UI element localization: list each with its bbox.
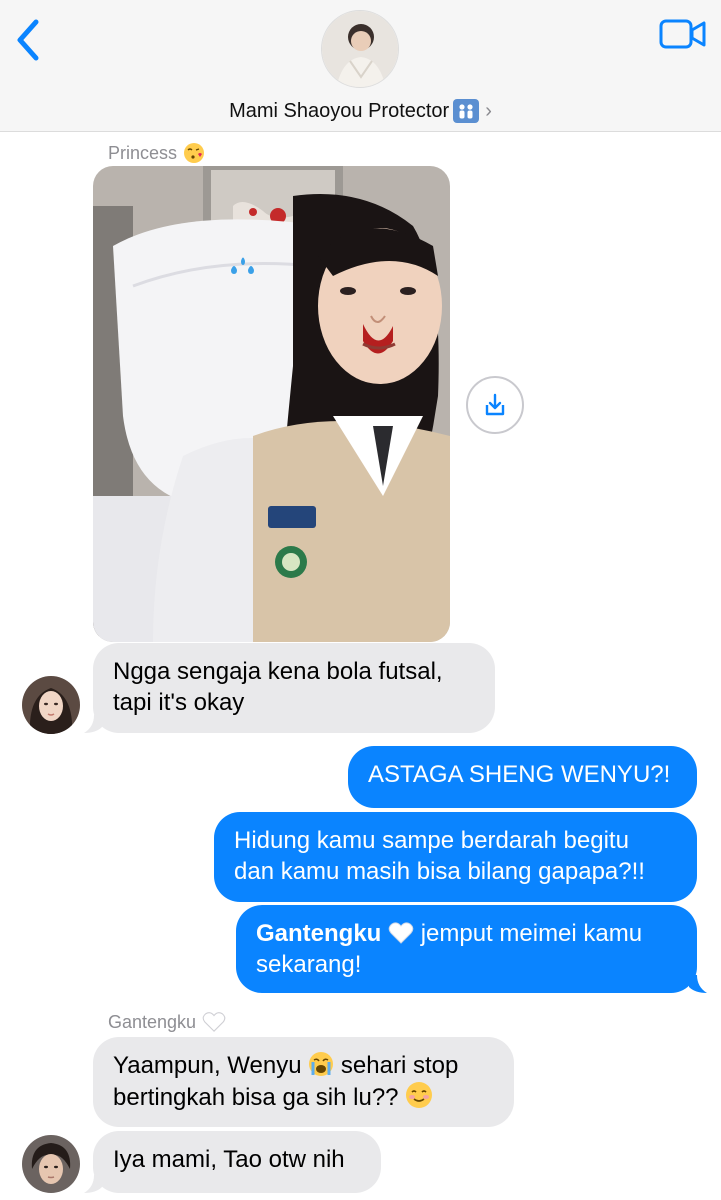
contact-avatar-photo (322, 11, 398, 87)
message-bubble-incoming[interactable]: Ngga sengaja kena bola futsal, tapi it's… (93, 643, 495, 733)
message-text: ASTAGA SHENG WENYU?! (368, 761, 671, 788)
message-text: tapi it's okay (113, 689, 245, 716)
bubble-tail-icon (84, 715, 102, 733)
message-text: Hidung kamu sampe berdarah begitu (234, 827, 629, 854)
sender-name: Gantengku (108, 1011, 197, 1032)
save-photo-button[interactable] (466, 376, 524, 434)
message-text: sehari stop (340, 1052, 459, 1079)
contact-avatar[interactable] (321, 10, 399, 88)
video-camera-icon (659, 19, 706, 49)
sender-name: Princess (108, 142, 178, 163)
message-text: bertingkah bisa ga sih lu?? (113, 1084, 399, 1111)
message-bubble-incoming[interactable]: Yaampun, Wenyu sehari stop bertingkah bi… (93, 1037, 514, 1127)
hospital-selfie-image (93, 166, 450, 642)
message-bubble-incoming[interactable]: Iya mami, Tao otw nih (93, 1131, 381, 1193)
contact-name: Mami Shaoyou Protector (229, 99, 450, 122)
loudly-crying-face-emoji-icon (309, 1052, 334, 1076)
chevron-right-icon: › (485, 99, 492, 122)
message-bubble-outgoing[interactable]: Hidung kamu sampe berdarah begitu dan ka… (214, 812, 697, 902)
sender-label-gantengku: Gantengku (108, 1011, 226, 1033)
chevron-left-icon (17, 19, 39, 61)
download-icon (485, 393, 505, 416)
white-heart-emoji-icon (388, 922, 414, 944)
message-text: Iya mami, Tao otw nih (113, 1146, 345, 1173)
princess-avatar-image (22, 676, 80, 734)
message-text: dan kamu masih bisa bilang gapapa?!! (234, 858, 645, 885)
message-text: jemput meimei kamu (420, 920, 643, 947)
message-text: Ngga sengaja kena bola futsal, (113, 658, 443, 685)
selfie-photo[interactable] (93, 166, 450, 642)
bubble-tail-icon (689, 975, 707, 993)
white-heart-emoji-icon (202, 1012, 226, 1032)
video-call-button[interactable] (659, 18, 707, 50)
smiling-face-emoji-icon (406, 1082, 433, 1108)
gantengku-avatar-image (22, 1135, 80, 1193)
conversation-header: Mami Shaoyou Protector › (0, 0, 721, 132)
mention-gantengku[interactable]: Gantengku (256, 920, 381, 947)
avatar-princess[interactable] (22, 676, 80, 734)
sender-label-princess: Princess (108, 142, 205, 164)
message-bubble-outgoing[interactable]: Gantengku jemput meimei kamu sekarang! (236, 905, 697, 993)
message-bubble-outgoing[interactable]: ASTAGA SHENG WENYU?! (348, 746, 697, 808)
avatar-gantengku[interactable] (22, 1135, 80, 1193)
message-text: Yaampun, Wenyu (113, 1052, 302, 1079)
back-button[interactable] (12, 18, 46, 62)
kissing-face-emoji-icon (184, 143, 205, 163)
contact-name-row[interactable]: Mami Shaoyou Protector › (0, 96, 721, 126)
family-emoji-icon (453, 99, 480, 123)
message-text: sekarang! (256, 951, 362, 978)
bubble-tail-icon (84, 1175, 102, 1193)
